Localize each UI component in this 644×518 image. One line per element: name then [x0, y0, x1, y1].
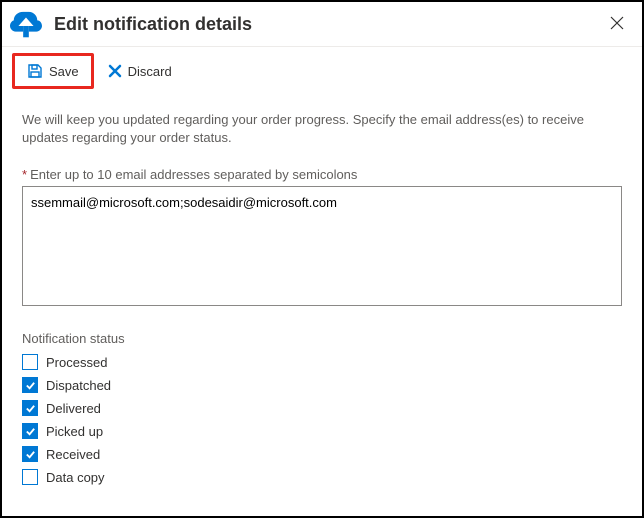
- checkbox[interactable]: [22, 423, 38, 439]
- discard-button[interactable]: Discard: [98, 53, 182, 89]
- checkbox[interactable]: [22, 446, 38, 462]
- notification-status-label: Notification status: [22, 331, 622, 346]
- checkbox-row: Delivered: [22, 400, 622, 416]
- checkbox-label: Delivered: [46, 401, 101, 416]
- checkbox-row: Processed: [22, 354, 622, 370]
- panel-header: Edit notification details: [2, 2, 642, 47]
- checkbox-label: Received: [46, 447, 100, 462]
- checkbox[interactable]: [22, 377, 38, 393]
- checkbox-row: Data copy: [22, 469, 622, 485]
- checkbox[interactable]: [22, 400, 38, 416]
- required-indicator: *: [22, 167, 27, 182]
- checkbox-label: Processed: [46, 355, 107, 370]
- save-icon: [27, 63, 43, 79]
- checkbox-label: Data copy: [46, 470, 105, 485]
- checkbox-label: Picked up: [46, 424, 103, 439]
- notification-status-list: Processed Dispatched Delivered Picked up…: [22, 354, 622, 485]
- checkbox-row: Dispatched: [22, 377, 622, 393]
- toolbar: Save Discard: [2, 47, 642, 95]
- checkbox[interactable]: [22, 354, 38, 370]
- discard-button-label: Discard: [128, 64, 172, 79]
- email-addresses-input[interactable]: [22, 186, 622, 306]
- checkbox-label: Dispatched: [46, 378, 111, 393]
- checkbox[interactable]: [22, 469, 38, 485]
- save-button-highlight: Save: [12, 53, 94, 89]
- description-text: We will keep you updated regarding your …: [22, 111, 622, 147]
- save-button[interactable]: Save: [17, 58, 89, 84]
- databox-icon: [10, 10, 42, 38]
- checkbox-row: Received: [22, 446, 622, 462]
- close-button[interactable]: [604, 12, 630, 37]
- email-field-label: *Enter up to 10 email addresses separate…: [22, 167, 622, 182]
- discard-icon: [108, 64, 122, 78]
- panel-title: Edit notification details: [54, 14, 604, 35]
- checkbox-row: Picked up: [22, 423, 622, 439]
- content-area: We will keep you updated regarding your …: [2, 95, 642, 508]
- save-button-label: Save: [49, 64, 79, 79]
